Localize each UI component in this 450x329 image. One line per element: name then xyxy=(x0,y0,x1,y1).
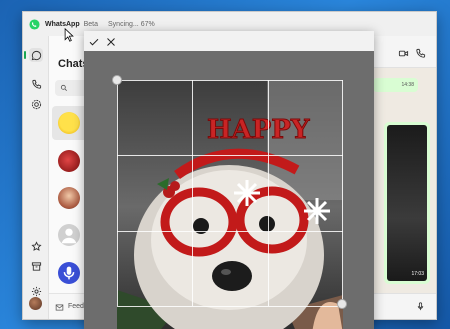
voice-call-button[interactable] xyxy=(415,46,427,58)
rail-status-button[interactable] xyxy=(29,97,43,111)
crop-border-top xyxy=(117,80,343,81)
crop-toolbar xyxy=(84,31,374,51)
audio-avatar xyxy=(58,262,80,284)
confirm-crop-button[interactable] xyxy=(88,35,100,47)
search-icon xyxy=(60,84,67,91)
feed-label: Feed xyxy=(68,303,84,310)
crop-handle-bottom-right[interactable] xyxy=(337,299,347,309)
photo-avatar xyxy=(58,187,80,209)
beta-label: Beta xyxy=(83,20,99,28)
close-icon xyxy=(107,38,115,46)
crop-border-right xyxy=(342,80,343,306)
smiley-avatar xyxy=(58,112,80,134)
chat-icon xyxy=(31,50,41,60)
phone-icon xyxy=(416,48,426,58)
mouse-cursor-icon xyxy=(64,28,74,42)
status-icon xyxy=(31,99,41,109)
nav-rail xyxy=(23,36,49,319)
default-avatar xyxy=(58,224,80,246)
check-icon xyxy=(89,38,99,46)
red-avatar xyxy=(58,150,80,172)
crop-image[interactable]: HAPPY xyxy=(117,80,343,329)
video-icon xyxy=(398,50,409,57)
rail-starred-button[interactable] xyxy=(29,239,43,253)
microphone-icon xyxy=(63,266,75,280)
image-thumbnail[interactable] xyxy=(387,125,427,281)
message-time: 14:38 xyxy=(401,82,414,88)
crop-grid-line xyxy=(192,80,193,306)
app-name: WhatsApp xyxy=(45,20,80,28)
crop-dialog: HAPPY xyxy=(84,31,374,329)
phone-icon xyxy=(31,79,41,89)
crop-border-bottom xyxy=(117,306,343,307)
sync-status: Syncing... 67% xyxy=(108,20,155,28)
crop-handle-top-left[interactable] xyxy=(112,75,122,85)
rail-calls-button[interactable] xyxy=(29,77,43,91)
profile-avatar[interactable] xyxy=(29,297,42,310)
star-icon xyxy=(30,240,42,251)
crop-grid-line xyxy=(268,80,269,306)
image-message-bubble[interactable]: 17:03 xyxy=(384,122,430,284)
svg-text:HAPPY: HAPPY xyxy=(207,115,310,145)
archive-icon xyxy=(31,261,41,271)
microphone-icon[interactable] xyxy=(415,301,426,312)
whatsapp-logo-icon xyxy=(29,18,40,30)
image-message-time: 17:03 xyxy=(411,271,424,277)
cancel-crop-button[interactable] xyxy=(105,35,117,47)
rail-settings-button[interactable] xyxy=(29,284,43,298)
dog-photo: HAPPY xyxy=(117,80,343,329)
crop-grid-line xyxy=(117,231,343,232)
message-bubble[interactable]: 14:38 xyxy=(373,78,418,92)
video-call-button[interactable] xyxy=(398,46,410,58)
gear-icon xyxy=(31,286,41,296)
person-icon xyxy=(61,228,77,244)
rail-archived-button[interactable] xyxy=(29,259,43,273)
crop-border-left xyxy=(117,80,118,306)
crop-grid-line xyxy=(117,155,343,156)
rail-chats-button[interactable] xyxy=(24,48,43,62)
mail-icon xyxy=(55,304,64,311)
